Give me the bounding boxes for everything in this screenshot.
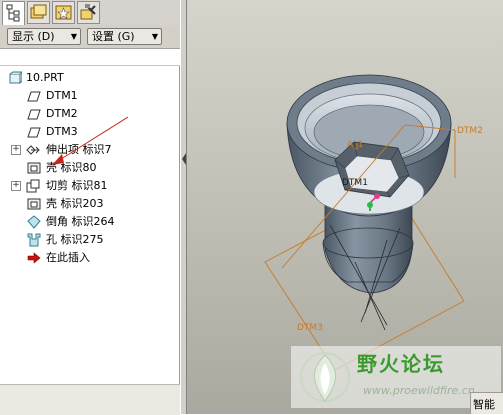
tree-item-dtm2[interactable]: DTM2 xyxy=(0,105,178,123)
tree-item-label: DTM3 xyxy=(46,125,78,138)
datum-plane-icon xyxy=(27,127,41,138)
tree-item-shell-203[interactable]: 壳 标识203 xyxy=(0,195,178,213)
model-tree: 10.PRT DTM1 DTM2 DTM3 + 伸出项 标识7 壳 标识80 +… xyxy=(0,66,180,384)
collapse-arrow-icon[interactable] xyxy=(182,142,186,176)
tree-item-extrude[interactable]: + 伸出项 标识7 xyxy=(0,141,178,159)
settings-menu-button[interactable]: 设置 (G) ▼ xyxy=(87,28,162,45)
datum-label-dtm1: DTM1 xyxy=(342,178,368,188)
connections-icon xyxy=(80,4,96,20)
datum-plane-icon xyxy=(27,109,41,120)
tree-item-label: 切剪 标识81 xyxy=(46,179,108,192)
tree-item-dtm3[interactable]: DTM3 xyxy=(0,123,178,141)
show-menu-button[interactable]: 显示 (D) ▼ xyxy=(7,28,81,45)
navigator-tabs xyxy=(0,0,180,26)
tree-item-label: 倒角 标识264 xyxy=(46,215,115,228)
shell-icon xyxy=(27,162,41,174)
extrude-icon xyxy=(26,145,40,155)
tree-item-insert-here[interactable]: 在此插入 xyxy=(0,249,178,267)
tree-item-label: DTM2 xyxy=(46,107,78,120)
tree-item-dtm1[interactable]: DTM1 xyxy=(0,87,178,105)
settings-menu-label: 设置 (G) xyxy=(92,30,135,43)
tree-item-label: 10.PRT xyxy=(26,71,64,84)
tab-model-tree[interactable] xyxy=(2,1,25,26)
model-tree-icon xyxy=(6,4,20,22)
tab-favorites[interactable] xyxy=(52,1,75,24)
tree-item-label: DTM1 xyxy=(46,89,78,102)
chevron-down-icon: ▼ xyxy=(70,32,77,41)
watermark-url: www.proewildfire.cn xyxy=(363,384,475,397)
tree-item-root[interactable]: 10.PRT xyxy=(0,69,178,87)
datum-plane-icon xyxy=(27,91,41,102)
tree-item-label: 在此插入 xyxy=(46,251,90,264)
tree-item-label: 孔 标识275 xyxy=(46,233,104,246)
tree-item-cut-81[interactable]: + 切剪 标识81 xyxy=(0,177,178,195)
tree-item-shell-80[interactable]: 壳 标识80 xyxy=(0,159,178,177)
tree-header xyxy=(0,49,180,66)
tab-folder-browser[interactable] xyxy=(27,1,50,24)
folder-browser-icon xyxy=(30,4,47,19)
expand-plus-icon[interactable]: + xyxy=(11,145,21,155)
show-menu-label: 显示 (D) xyxy=(12,30,55,43)
status-bar: 智能 xyxy=(470,392,503,414)
shell-icon xyxy=(27,198,41,210)
watermark-title: 野火论坛 xyxy=(357,352,445,376)
tree-item-label: 壳 标识80 xyxy=(46,161,97,174)
insert-arrow-icon xyxy=(27,252,41,264)
panel-splitter[interactable] xyxy=(180,0,187,414)
graphics-window[interactable]: DTM2 A_1 DTM1 DTM3 野火论坛 www.proewildfire… xyxy=(187,0,503,414)
chamfer-icon xyxy=(27,215,41,229)
cut-icon xyxy=(26,179,40,193)
expand-plus-icon[interactable]: + xyxy=(11,181,21,191)
favorites-icon xyxy=(55,5,72,20)
chevron-down-icon: ▼ xyxy=(151,32,158,41)
hole-icon xyxy=(27,233,41,247)
part-cup xyxy=(286,74,452,217)
tree-bottom-area xyxy=(0,384,180,415)
datum-label-dtm2: DTM2 xyxy=(457,126,483,136)
part-icon xyxy=(9,71,22,85)
app-window: 显示 (D) ▼ 设置 (G) ▼ 10.PRT DTM1 DTM2 DTM3 … xyxy=(0,0,503,415)
forum-logo xyxy=(300,352,350,402)
tree-item-chamfer[interactable]: 倒角 标识264 xyxy=(0,213,178,231)
datum-label-dtm3: DTM3 xyxy=(297,323,323,333)
navigator-panel: 显示 (D) ▼ 设置 (G) ▼ 10.PRT DTM1 DTM2 DTM3 … xyxy=(0,0,180,415)
selection-filter-label[interactable]: 智能 xyxy=(473,396,495,412)
tree-item-label: 壳 标识203 xyxy=(46,197,104,210)
tree-toolbar: 显示 (D) ▼ 设置 (G) ▼ xyxy=(0,25,180,49)
tab-connections[interactable] xyxy=(77,1,100,24)
datum-label-axis: A_1 xyxy=(347,140,363,150)
tree-item-hole[interactable]: 孔 标识275 xyxy=(0,231,178,249)
tree-item-label: 伸出项 标识7 xyxy=(46,143,112,156)
